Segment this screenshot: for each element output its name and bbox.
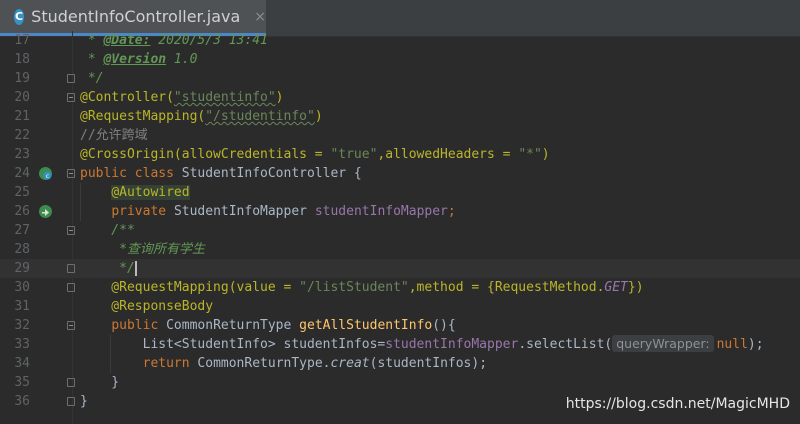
code-text: private StudentInfoMapper studentInfoMap… — [111, 204, 456, 219]
autowired-bean-icon[interactable] — [38, 204, 53, 219]
code-text: */ — [80, 261, 137, 276]
code-line: 35 } — [0, 373, 800, 392]
code-line: 26 private StudentInfoMapper studentInfo… — [0, 202, 800, 221]
code-line: 28 *查询所有学生 — [0, 240, 800, 259]
line-number: 34 — [14, 356, 30, 371]
parameter-hint: queryWrapper: — [612, 335, 714, 352]
code-text: /** — [80, 223, 135, 238]
svg-text:c: c — [46, 173, 49, 180]
line-number: 27 — [14, 223, 30, 238]
line-number: 36 — [14, 394, 30, 409]
code-text: return CommonReturnType.creat(studentInf… — [142, 356, 488, 371]
line-number: 31 — [14, 299, 30, 314]
code-text: */ — [80, 71, 104, 86]
text-cursor — [134, 261, 137, 276]
line-number: 19 — [14, 71, 30, 86]
close-icon[interactable]: × — [254, 9, 266, 25]
line-number: 35 — [14, 375, 30, 390]
fold-marker[interactable] — [67, 264, 75, 273]
fold-marker[interactable] — [67, 74, 75, 83]
code-line: 18 * @Version 1.0 — [0, 50, 800, 69]
tab-label: StudentInfoController.java — [31, 7, 241, 26]
line-number: 25 — [14, 185, 30, 200]
line-number: 22 — [14, 128, 30, 143]
line-number: 20 — [14, 90, 30, 105]
code-text: public CommonReturnType getAllStudentInf… — [111, 318, 456, 333]
fold-marker[interactable] — [67, 321, 75, 330]
code-line: 31 @ResponseBody — [0, 297, 800, 316]
line-number: 17 — [14, 33, 30, 48]
line-number: 24 — [14, 166, 30, 181]
code-text: //允许跨域 — [80, 128, 148, 143]
fold-marker[interactable] — [67, 169, 75, 178]
code-line: 17 * @Date: 2020/5/3 13:41 — [0, 31, 800, 50]
code-line-current: 29 */ — [0, 259, 800, 278]
line-number: 33 — [14, 337, 30, 352]
code-line: 25 @Autowired — [0, 183, 800, 202]
code-text: @RequestMapping("/studentinfo") — [80, 109, 323, 124]
code-text: * @Date: 2020/5/3 13:41 — [80, 33, 268, 48]
code-text: @Controller("studentinfo") — [80, 90, 284, 105]
fold-marker[interactable] — [67, 283, 75, 292]
line-number: 30 — [14, 280, 30, 295]
line-number: 21 — [14, 109, 30, 124]
code-line: 22 //允许跨域 — [0, 126, 800, 145]
code-text: @RequestMapping(value = "/listStudent",m… — [80, 280, 644, 295]
code-line: 32 public CommonReturnType getAllStudent… — [0, 316, 800, 335]
code-text: * @Version 1.0 — [80, 52, 198, 67]
code-line: 20 @Controller("studentinfo") — [0, 88, 800, 107]
code-text: } — [80, 394, 88, 409]
code-text: @Autowired — [111, 185, 190, 200]
fold-marker[interactable] — [67, 378, 75, 387]
code-line: 21 @RequestMapping("/studentinfo") — [0, 107, 800, 126]
spring-bean-icon[interactable]: c — [38, 166, 53, 181]
java-class-icon: C — [14, 8, 25, 25]
line-number: 29 — [14, 261, 30, 276]
code-line: 19 */ — [0, 69, 800, 88]
code-text: @CrossOrigin(allowCredentials = "true",a… — [80, 147, 550, 162]
code-line: 30 @RequestMapping(value = "/listStudent… — [0, 278, 800, 297]
code-text: @ResponseBody — [80, 299, 214, 314]
watermark: https://blog.csdn.net/MagicMHD — [565, 396, 790, 412]
code-text: *查询所有学生 — [80, 242, 205, 257]
line-number: 28 — [14, 242, 30, 257]
code-text: public class StudentInfoController { — [80, 166, 362, 181]
fold-marker[interactable] — [67, 397, 75, 406]
code-text: } — [80, 375, 120, 390]
fold-marker[interactable] — [67, 93, 75, 102]
code-line: 33 List<StudentInfo> studentInfos=studen… — [0, 335, 800, 354]
line-number: 26 — [14, 204, 30, 219]
code-editor[interactable]: 17 * @Date: 2020/5/3 13:41 18 * @Version… — [0, 31, 800, 424]
code-line: 34 return CommonReturnType.creat(student… — [0, 354, 800, 373]
fold-marker[interactable] — [67, 226, 75, 235]
line-number: 32 — [14, 318, 30, 333]
code-text: List<StudentInfo> studentInfos=studentIn… — [80, 335, 764, 352]
line-number: 18 — [14, 52, 30, 67]
code-line: 27 /** — [0, 221, 800, 240]
code-line: 24 c public class StudentInfoController … — [0, 164, 800, 183]
code-line: 23 @CrossOrigin(allowCredentials = "true… — [0, 145, 800, 164]
line-number: 23 — [14, 147, 30, 162]
